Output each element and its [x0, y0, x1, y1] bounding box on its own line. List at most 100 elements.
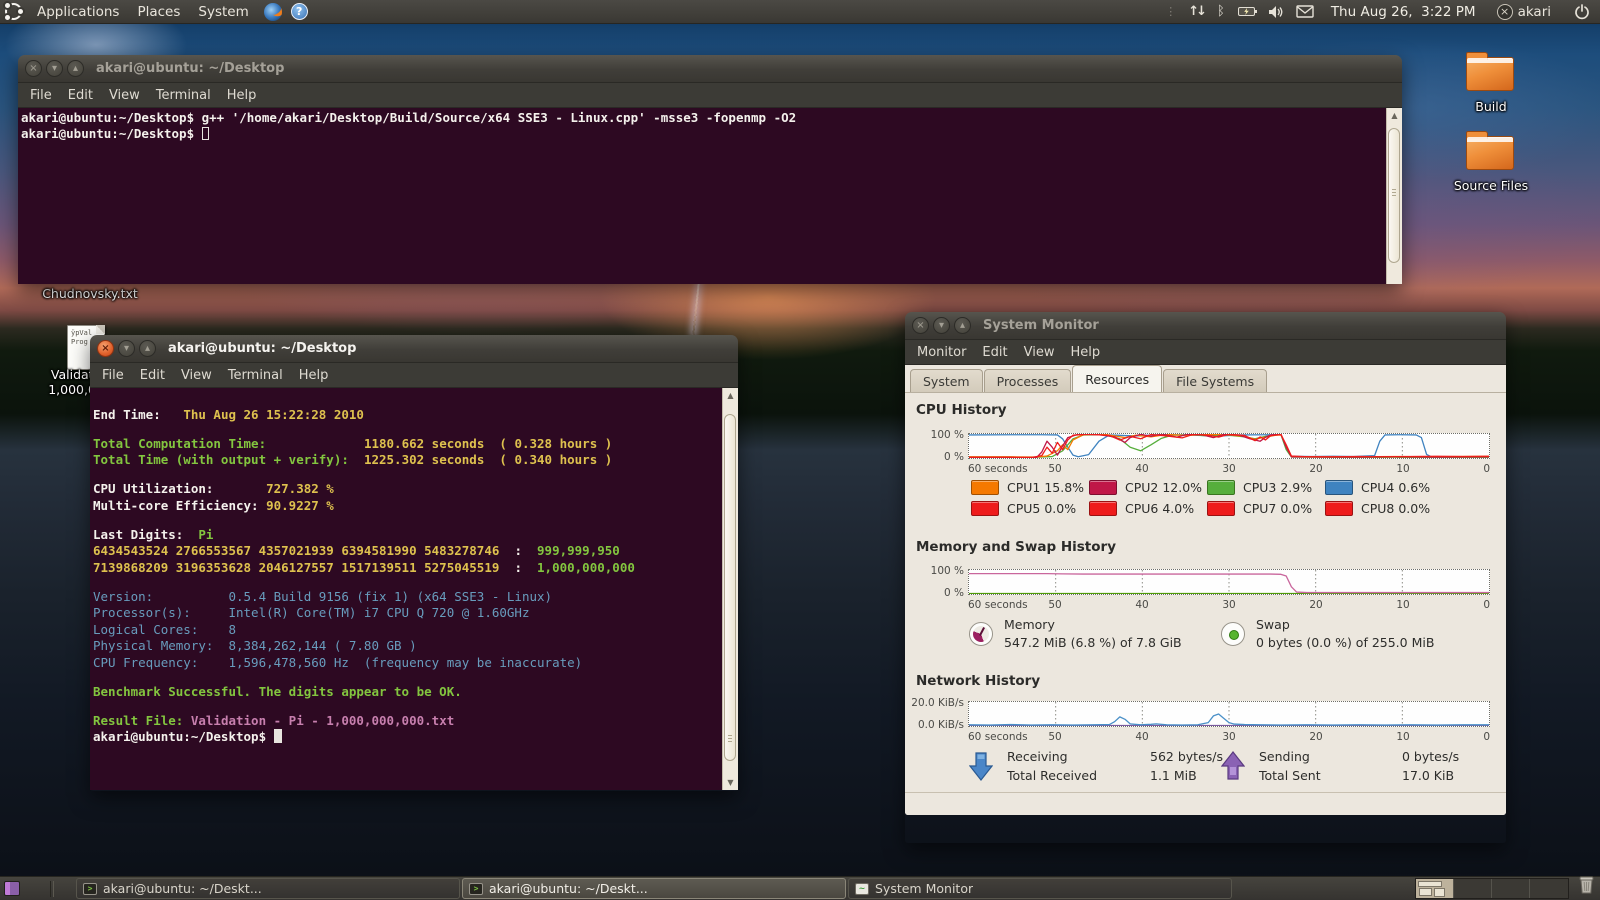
- legend-swatch: [1325, 501, 1353, 516]
- menu-applications[interactable]: Applications: [28, 1, 128, 23]
- legend-item-cpu4[interactable]: CPU4 0.6%: [1325, 480, 1443, 495]
- terminal-line: [93, 671, 720, 684]
- legend-item-cpu6[interactable]: CPU6 4.0%: [1089, 501, 1207, 516]
- taskbar-button-akari-ubuntu-deskt-[interactable]: >akari@ubuntu: ~/Deskt...: [462, 878, 846, 899]
- trash-icon[interactable]: [1578, 875, 1595, 898]
- cpu-history-graph: 100 % 0 %: [968, 433, 1490, 459]
- maximize-icon[interactable]: ▴: [139, 340, 156, 357]
- terminal-cursor: [202, 127, 209, 140]
- x-axis-label: 50: [1048, 463, 1061, 475]
- menu-item-help[interactable]: Help: [1062, 342, 1108, 363]
- legend-item-cpu2[interactable]: CPU2 12.0%: [1089, 480, 1207, 495]
- terminal-line: [93, 700, 720, 713]
- desktop-label-chudnovsky[interactable]: Chudnovsky.txt: [20, 286, 160, 301]
- scrollbar-thumb[interactable]: [724, 414, 736, 761]
- terminal-line: Benchmark Successful. The digits appear …: [93, 684, 720, 701]
- close-icon[interactable]: ×: [25, 60, 42, 77]
- maximize-icon[interactable]: ▴: [954, 317, 971, 334]
- user-menu[interactable]: × akari: [1497, 4, 1551, 20]
- terminal1-titlebar[interactable]: × ▾ ▴ akari@ubuntu: ~/Desktop: [18, 55, 1402, 83]
- terminal1-menubar: FileEditViewTerminalHelp: [18, 83, 1402, 108]
- desktop-label-source-files[interactable]: Source Files: [1426, 178, 1556, 193]
- menu-system[interactable]: System: [189, 1, 257, 23]
- power-button[interactable]: [1574, 4, 1590, 20]
- scrollbar-thumb[interactable]: [1388, 128, 1400, 263]
- terminal2-content[interactable]: End Time: Thu Aug 26 15:22:28 2010Total …: [90, 388, 738, 790]
- tray-grip[interactable]: ⋮: [1165, 5, 1175, 18]
- workspace-3[interactable]: [1492, 879, 1530, 898]
- folder-icon-source-files[interactable]: [1466, 136, 1514, 170]
- folder-icon-build[interactable]: [1466, 57, 1514, 91]
- legend-item-cpu8[interactable]: CPU8 0.0%: [1325, 501, 1443, 516]
- cpu-y-max: 100 %: [931, 429, 964, 441]
- show-desktop-icon[interactable]: [4, 881, 20, 896]
- legend-label: CPU3 2.9%: [1243, 480, 1312, 495]
- menu-item-file[interactable]: File: [22, 85, 60, 106]
- scroll-up-icon[interactable]: ▲: [723, 389, 738, 402]
- mail-icon[interactable]: [1296, 5, 1314, 18]
- tab-processes[interactable]: Processes: [984, 369, 1072, 392]
- firefox-icon[interactable]: [264, 3, 282, 21]
- network-indicator-icon[interactable]: ↑↓: [1188, 4, 1204, 19]
- menu-item-edit[interactable]: Edit: [974, 342, 1015, 363]
- tab-system[interactable]: System: [910, 369, 983, 392]
- network-x-axis: 60 seconds50403020100: [968, 731, 1490, 744]
- taskbar-button-akari-ubuntu-deskt-[interactable]: >akari@ubuntu: ~/Deskt...: [76, 878, 460, 899]
- ubuntu-logo-icon[interactable]: [5, 3, 22, 20]
- close-icon[interactable]: ×: [97, 340, 114, 357]
- scrollbar-grip: [1392, 189, 1396, 196]
- total-sent-value: 17.0 KiB: [1402, 768, 1459, 783]
- scroll-down-icon[interactable]: ▼: [723, 776, 738, 789]
- menu-item-edit[interactable]: Edit: [60, 85, 101, 106]
- menu-item-view[interactable]: View: [173, 365, 220, 386]
- bluetooth-icon[interactable]: ᛒ: [1217, 4, 1225, 19]
- menu-item-help[interactable]: Help: [219, 85, 265, 106]
- menu-item-edit[interactable]: Edit: [132, 365, 173, 386]
- menu-item-monitor[interactable]: Monitor: [909, 342, 974, 363]
- menu-item-terminal[interactable]: Terminal: [148, 85, 219, 106]
- x-axis-label: 10: [1396, 599, 1409, 611]
- workspace-1[interactable]: [1416, 879, 1454, 898]
- tab-file-systems[interactable]: File Systems: [1163, 369, 1267, 392]
- terminal-text-segment: Total Time (with output + verify):: [93, 452, 364, 467]
- minimize-icon[interactable]: ▾: [46, 60, 63, 77]
- close-icon[interactable]: ×: [912, 317, 929, 334]
- terminal-text-segment: Total Computation Time:: [93, 436, 364, 451]
- terminal2-scrollbar[interactable]: ▲ ▼: [722, 388, 738, 790]
- terminal2-titlebar[interactable]: × ▾ ▴ akari@ubuntu: ~/Desktop: [90, 335, 738, 363]
- legend-item-cpu5[interactable]: CPU5 0.0%: [971, 501, 1089, 516]
- desktop-label-build[interactable]: Build: [1441, 99, 1541, 114]
- terminal1-content[interactable]: akari@ubuntu:~/Desktop$ g++ '/home/akari…: [18, 108, 1402, 284]
- battery-icon[interactable]: [1238, 7, 1255, 16]
- legend-item-cpu7[interactable]: CPU7 0.0%: [1207, 501, 1325, 516]
- workspace-4[interactable]: [1530, 879, 1568, 898]
- clock[interactable]: Thu Aug 26, 3:22 PM: [1331, 4, 1476, 20]
- taskbar-handle[interactable]: [50, 881, 54, 897]
- legend-label: CPU6 4.0%: [1125, 501, 1194, 516]
- menu-item-view[interactable]: View: [101, 85, 148, 106]
- tab-resources[interactable]: Resources: [1072, 365, 1162, 392]
- terminal-line: Total Time (with output + verify): 1225.…: [93, 452, 720, 469]
- system-monitor-titlebar[interactable]: × ▾ ▴ System Monitor: [905, 312, 1506, 340]
- taskbar-button-system-monitor[interactable]: ~System Monitor: [848, 878, 1232, 899]
- legend-item-cpu1[interactable]: CPU1 15.8%: [971, 480, 1089, 495]
- help-icon[interactable]: ?: [291, 3, 308, 20]
- legend-item-cpu3[interactable]: CPU3 2.9%: [1207, 480, 1325, 495]
- scroll-up-icon[interactable]: ▲: [1387, 109, 1402, 122]
- menu-places[interactable]: Places: [128, 1, 189, 23]
- minimize-icon[interactable]: ▾: [118, 340, 135, 357]
- menu-item-help[interactable]: Help: [291, 365, 337, 386]
- maximize-icon[interactable]: ▴: [67, 60, 84, 77]
- volume-icon[interactable]: [1268, 5, 1283, 19]
- legend-label: CPU2 12.0%: [1125, 480, 1202, 495]
- terminal-icon: >: [469, 883, 483, 895]
- minimize-icon[interactable]: ▾: [933, 317, 950, 334]
- menu-item-file[interactable]: File: [94, 365, 132, 386]
- taskbar-button-label: System Monitor: [875, 881, 973, 896]
- terminal1-scrollbar[interactable]: ▲: [1386, 108, 1402, 284]
- workspace-2[interactable]: [1454, 879, 1492, 898]
- terminal-line: Logical Cores: 8: [93, 622, 720, 639]
- memory-history-graph: 100 % 0 %: [968, 569, 1490, 595]
- menu-item-view[interactable]: View: [1016, 342, 1063, 363]
- menu-item-terminal[interactable]: Terminal: [220, 365, 291, 386]
